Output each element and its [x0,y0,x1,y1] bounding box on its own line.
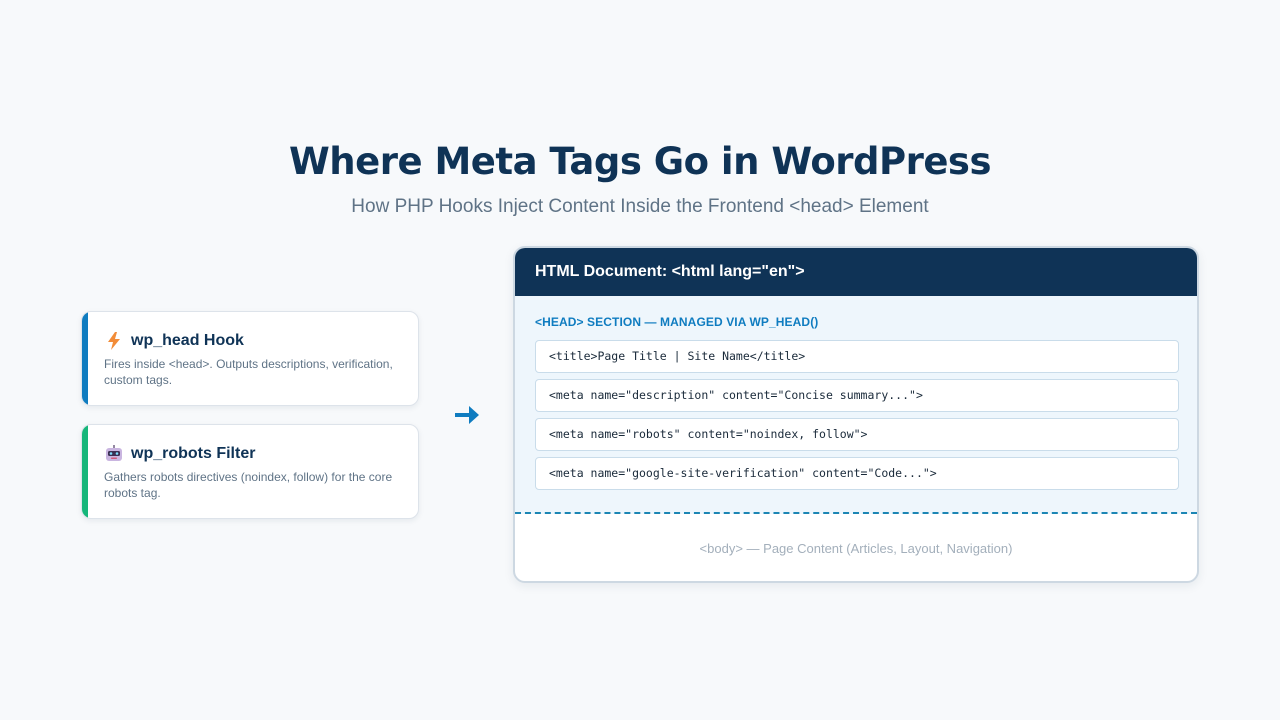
card-description: Fires inside <head>. Outputs description… [104,357,393,387]
document-header: HTML Document: <html lang="en"> [515,248,1197,296]
title-tag-row: <title>Page Title | Site Name</title> [535,340,1179,373]
arrow-right-icon [453,400,481,430]
meta-verification-row: <meta name="google-site-verification" co… [535,457,1179,490]
page-subtitle: How PHP Hooks Inject Content Inside the … [351,196,929,217]
wp-robots-filter-card: wp_robots Filter Gathers robots directiv… [81,424,419,519]
html-document-panel: HTML Document: <html lang="en"> <HEAD> S… [513,246,1199,583]
card-title-text: wp_head Hook [131,332,244,349]
lightning-icon [104,331,124,351]
card-accent-bar [82,312,88,405]
page-title: Where Meta Tags Go in WordPress [289,140,991,183]
card-title: wp_head Hook [104,331,244,351]
card-description: Gathers robots directives (noindex, foll… [104,470,393,500]
head-section: <HEAD> SECTION — MANAGED VIA WP_HEAD() <… [515,296,1197,514]
card-title: wp_robots Filter [104,444,255,464]
meta-robots-row: <meta name="robots" content="noindex, fo… [535,418,1179,451]
robot-icon [104,444,124,464]
body-section: <body> — Page Content (Articles, Layout,… [699,541,1013,556]
card-accent-bar [82,425,88,518]
meta-description-row: <meta name="description" content="Concis… [535,379,1179,412]
card-title-text: wp_robots Filter [131,445,256,462]
wp-head-hook-card: wp_head Hook Fires inside <head>. Output… [81,311,419,406]
head-section-label: <HEAD> SECTION — MANAGED VIA WP_HEAD() [535,315,819,329]
